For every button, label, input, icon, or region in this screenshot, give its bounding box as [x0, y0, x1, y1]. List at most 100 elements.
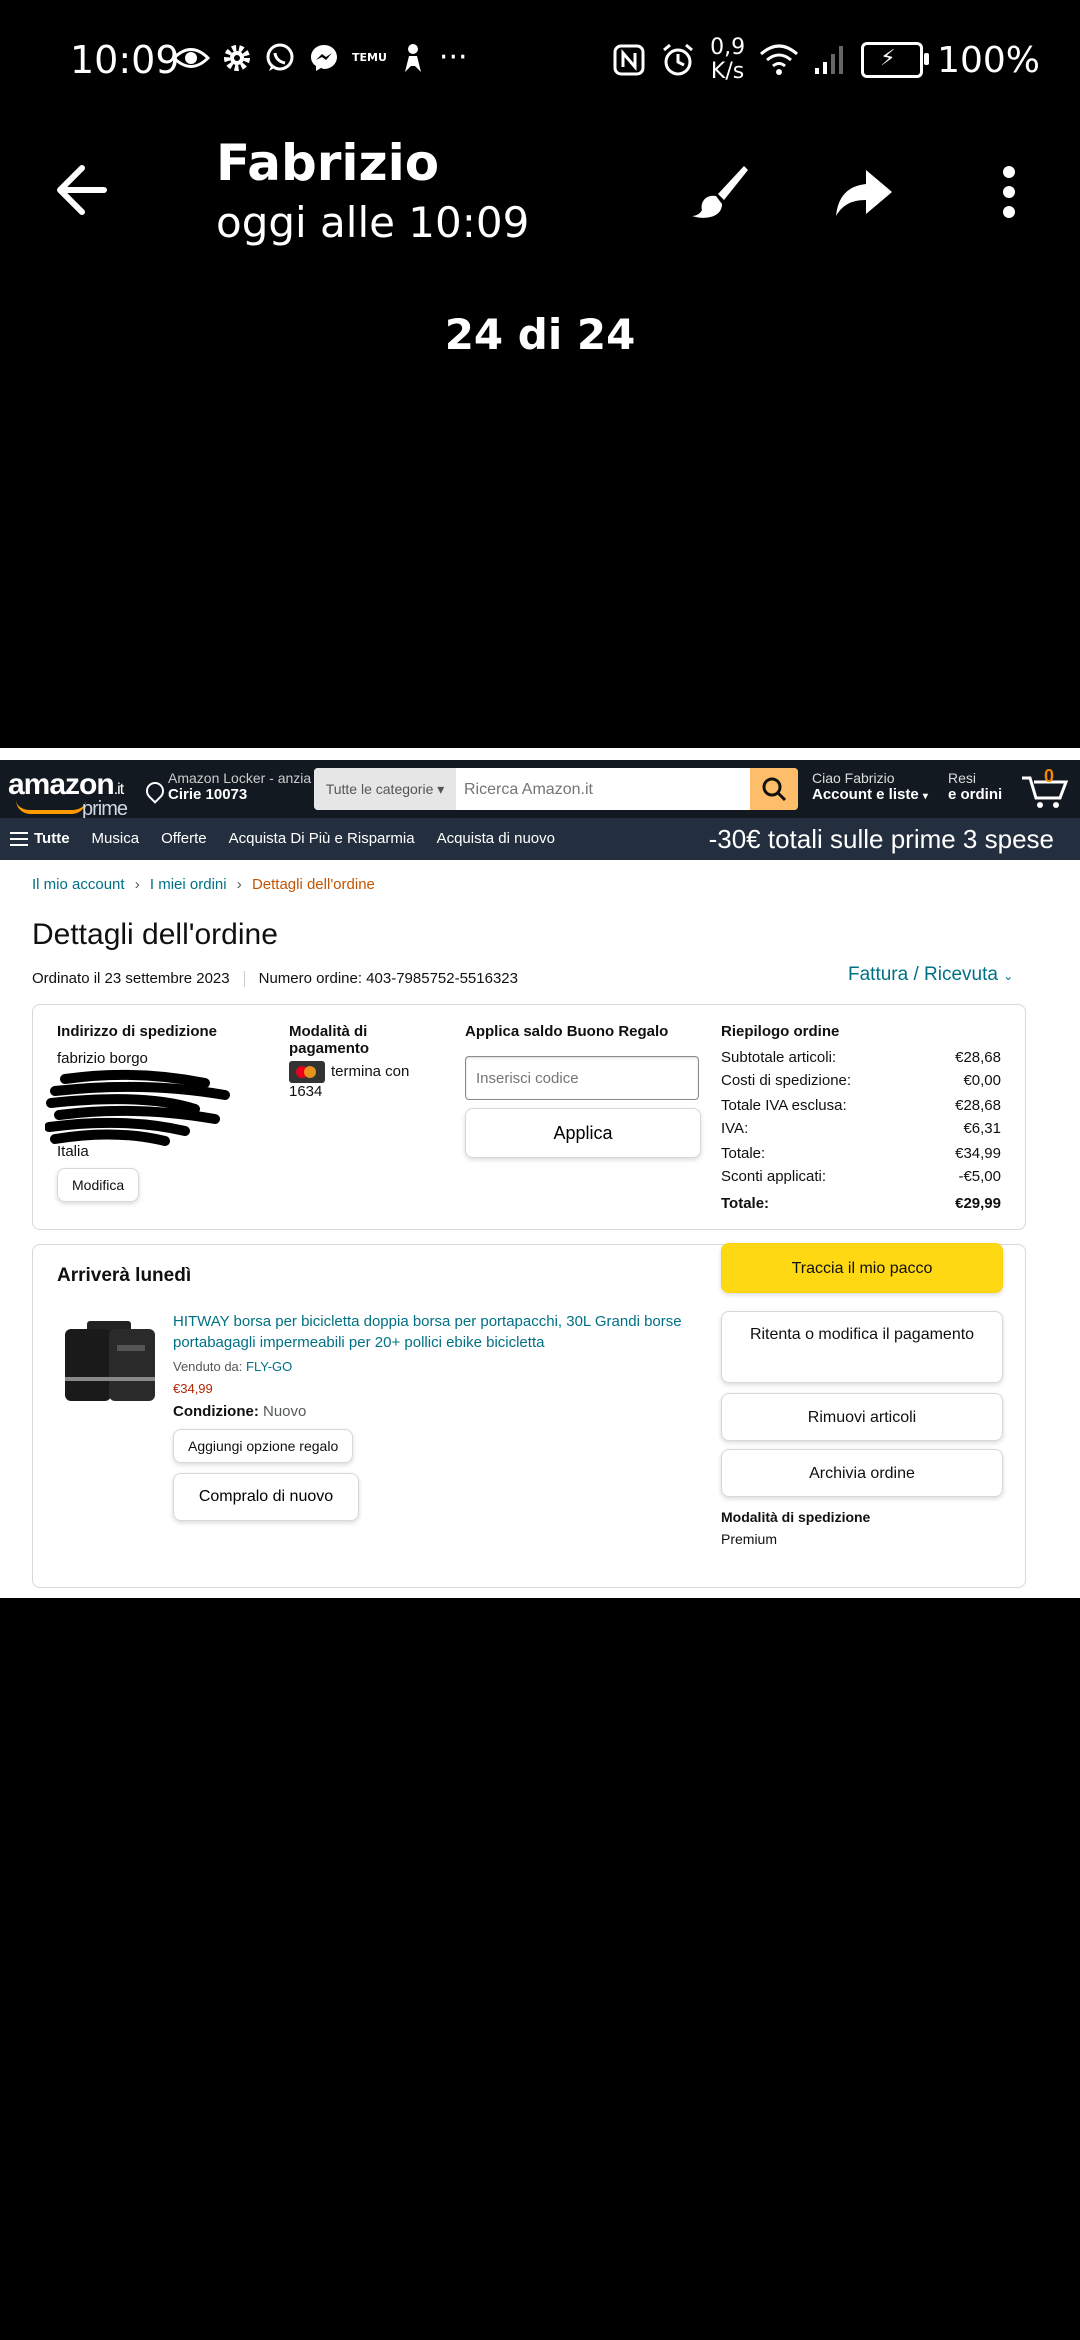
summary-row: Subtotale articoli: €28,68 — [721, 1046, 1001, 1069]
shipping-mode: Modalità di spedizione Premium — [721, 1509, 870, 1547]
edit-address-button[interactable]: Modifica — [57, 1168, 140, 1202]
nav-item-musica[interactable]: Musica — [92, 830, 140, 847]
account-greeting: Ciao Fabrizio — [812, 770, 895, 786]
gift-card-section: Applica saldo Buono Regalo Applica — [465, 1023, 705, 1158]
returns-label: Resi — [948, 770, 977, 786]
sender-name: Fabrizio — [216, 134, 440, 192]
total-value: €29,99 — [955, 1195, 1001, 1212]
search-category-select[interactable]: Tutte le categorie ▾ — [314, 768, 456, 810]
nav-menu: Tutte Musica Offerte Acquista Di Più e R… — [10, 830, 555, 847]
orders-label: e ordini — [948, 786, 1003, 803]
nav-item-acquista-di-nuovo[interactable]: Acquista di nuovo — [437, 830, 555, 847]
arrival-status: Arriverà lunedì — [57, 1265, 192, 1286]
product-title-link[interactable]: HITWAY borsa per bicicletta doppia borsa… — [173, 1311, 693, 1353]
logo-text: amazon — [8, 768, 115, 801]
nav-item-acquista-di-piu[interactable]: Acquista Di Più e Risparmia — [229, 830, 415, 847]
cart-button[interactable]: 0 — [1020, 766, 1070, 810]
status-bar: 10:09 TEMU ··· 0,9 K/s ⚡ 100% — [0, 0, 1080, 120]
add-gift-option-button[interactable]: Aggiungi opzione regalo — [173, 1429, 354, 1463]
amazon-nav: Tutte Musica Offerte Acquista Di Più e R… — [0, 818, 1080, 860]
shipment-box: Arriverà lunedì HITWAY borsa per bicicle… — [32, 1243, 1026, 1588]
signal-icon — [815, 46, 844, 74]
summary-total: Totale: €29,99 — [721, 1192, 1001, 1215]
search-icon — [762, 777, 787, 802]
retry-payment-button[interactable]: Ritenta o modifica il pagamento — [721, 1311, 1003, 1383]
share-forward-icon[interactable] — [832, 160, 896, 224]
viewer-header: Fabrizio oggi alle 10:09 — [0, 120, 1080, 260]
summary-row: Totale: €34,99 — [721, 1142, 1001, 1165]
search-button[interactable] — [750, 768, 798, 810]
mastercard-icon — [289, 1061, 325, 1083]
gift-heading: Applica saldo Buono Regalo — [465, 1023, 669, 1040]
returns-orders[interactable]: Resi e ordini — [948, 770, 1002, 803]
category-label: Tutte le categorie — [325, 781, 434, 797]
brush-icon[interactable] — [688, 160, 752, 224]
invoice-link[interactable]: Fattura / Ricevuta ⌄ — [848, 964, 1013, 986]
buy-again-button[interactable]: Compralo di nuovo — [173, 1473, 359, 1521]
breadcrumb-account[interactable]: Il mio account — [32, 876, 125, 893]
hamburger-icon — [10, 838, 28, 841]
product-image[interactable] — [59, 1315, 159, 1407]
shared-screenshot: amazon.it prime Amazon Locker - anzia Ci… — [0, 748, 1080, 1598]
item-price: €34,99 — [173, 1381, 213, 1396]
payment-heading: Modalità di pagamento — [289, 1023, 370, 1057]
order-number: Numero ordine: 403-7985752-5516323 — [258, 970, 518, 987]
summary-row: IVA: €6,31 — [721, 1117, 1001, 1140]
item-condition: Condizione: Nuovo — [173, 1403, 306, 1420]
shipping-heading: Indirizzo di spedizione — [57, 1023, 218, 1040]
seller-link[interactable]: FLY-GO — [246, 1359, 292, 1374]
summary-row: Totale IVA esclusa: €28,68 — [721, 1094, 1001, 1117]
more-options-icon[interactable] — [978, 160, 1040, 224]
page-title: Dettagli dell'ordine — [32, 918, 278, 951]
summary-value: €28,68 — [955, 1049, 1001, 1066]
delivery-location[interactable]: Amazon Locker - anzia Cirie 10073 — [168, 770, 311, 803]
cart-count: 0 — [1044, 766, 1055, 786]
summary-label: Sconti applicati: — [721, 1168, 827, 1185]
logo-tld: .it — [113, 781, 125, 798]
summary-value: €0,00 — [963, 1072, 1001, 1089]
nfc-icon — [613, 44, 645, 76]
breadcrumb-orders[interactable]: I miei ordini — [150, 876, 227, 893]
summary-label: Totale: — [721, 1145, 766, 1162]
redaction-scribble — [45, 1069, 230, 1146]
search-input[interactable] — [462, 768, 746, 810]
search-bar: Tutte le categorie ▾ — [314, 768, 798, 810]
total-label: Totale: — [721, 1195, 770, 1212]
archive-order-button[interactable]: Archivia ordine — [721, 1449, 1003, 1497]
sold-by-label: Venduto da: — [173, 1359, 243, 1374]
apply-button[interactable]: Applica — [465, 1108, 701, 1158]
messenger-icon — [311, 44, 337, 71]
gear-icon — [224, 44, 250, 71]
invoice-label: Fattura / Ricevuta — [848, 964, 998, 985]
image-counter: 24 di 24 — [444, 310, 636, 359]
back-arrow-icon[interactable] — [52, 160, 112, 220]
nav-item-offerte[interactable]: Offerte — [161, 830, 207, 847]
network-speed-value: 0,9 — [710, 35, 746, 60]
summary-label: Costi di spedizione: — [721, 1072, 852, 1089]
promo-banner[interactable]: -30€ totali sulle prime 3 spese — [709, 824, 1054, 855]
breadcrumb: Il mio account › I miei ordini › Dettagl… — [32, 876, 375, 893]
remove-items-button[interactable]: Rimuovi articoli — [721, 1393, 1003, 1441]
gift-code-input[interactable] — [465, 1056, 699, 1100]
order-info-box: Indirizzo di spedizione fabrizio borgo I… — [32, 1004, 1026, 1230]
network-speed-unit: K/s — [710, 59, 745, 84]
sold-by: Venduto da: FLY-GO — [173, 1359, 292, 1374]
alarm-icon — [663, 43, 694, 76]
ship-mode-label: Modalità di spedizione — [721, 1509, 871, 1525]
nav-item-tutte[interactable]: Tutte — [10, 830, 70, 847]
track-package-button[interactable]: Traccia il mio pacco — [721, 1243, 1003, 1293]
battery-percent: 100% — [937, 39, 1040, 81]
system-indicators: 0,9 K/s ⚡ 100% — [612, 36, 1040, 84]
breadcrumb-current: Dettagli dell'ordine — [251, 876, 375, 893]
summary-value: €28,68 — [955, 1097, 1001, 1114]
temu-icon: TEMU — [352, 51, 387, 64]
shipping-address: Indirizzo di spedizione fabrizio borgo I… — [45, 1023, 257, 1202]
account-menu[interactable]: Ciao Fabrizio Account e liste ▾ — [812, 770, 928, 803]
notification-icons: TEMU ··· — [172, 40, 468, 75]
order-meta: Ordinato il 23 settembre 2023 Numero ordi… — [32, 970, 518, 988]
summary-label: Subtotale articoli: — [721, 1049, 837, 1066]
summary-value: €6,31 — [963, 1120, 1001, 1137]
amazon-logo[interactable]: amazon.it prime — [8, 768, 128, 820]
summary-label: Totale IVA esclusa: — [721, 1097, 847, 1114]
more-icon: ··· — [438, 40, 468, 75]
